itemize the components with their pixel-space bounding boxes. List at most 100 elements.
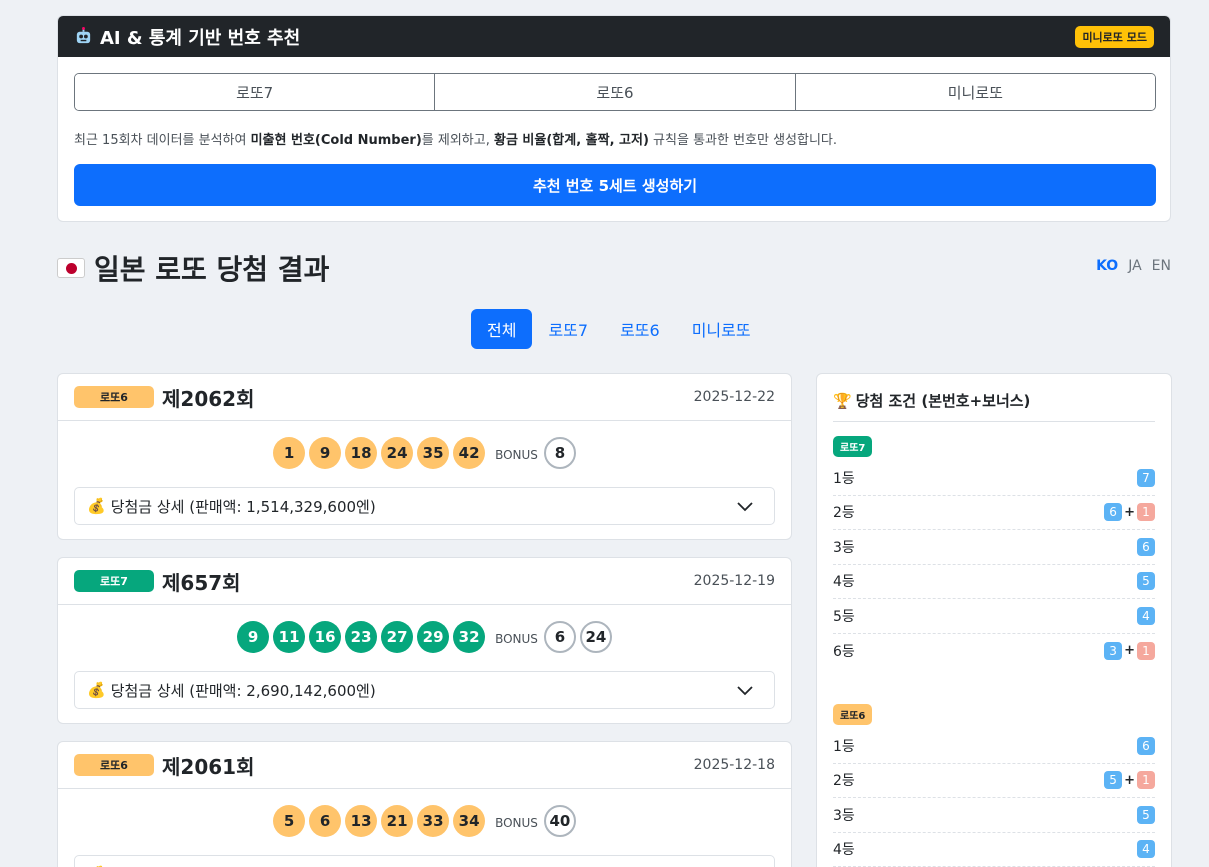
number-ball: 23 <box>345 621 378 653</box>
rank-list: 1등 7 2등 6 +1 3등 6 4등 5 5등 4 6등 3 + 1 <box>833 461 1155 668</box>
ai-description: 최근 15회차 데이터를 분석하여 미출현 번호(Cold Number)를 제… <box>74 129 837 148</box>
prize-details-toggle[interactable]: 💰 당첨금 상세 (판매액: 2,690,142,600엔) <box>74 671 775 709</box>
game-badge: 로또6 <box>74 754 154 776</box>
ai-tab-lotto7[interactable]: 로또7 <box>75 74 435 110</box>
prize-details-text: 당첨금 상세 (판매액: 1,500,000,000엔) <box>111 864 376 867</box>
desc-text: 규칙을 통과한 번호만 생성합니다. <box>648 133 838 148</box>
game-badge: 로또7 <box>74 570 154 592</box>
rank-row: 1등 6 <box>833 729 1155 764</box>
number-ball: 33 <box>417 805 450 837</box>
rank-label: 3등 <box>833 539 855 556</box>
rank-row: 4등 4 <box>833 833 1155 867</box>
robot-icon <box>76 27 91 44</box>
rank-condition: 6 <box>1137 537 1155 556</box>
lang-en[interactable]: EN <box>1152 258 1171 274</box>
number-ball: 9 <box>309 437 342 469</box>
filter-tabs: 전체 로또7 로또6 미니로또 <box>471 309 767 349</box>
main-count-chip: 6 <box>1104 503 1123 522</box>
bonus-ball: 40 <box>543 805 576 837</box>
prize-details-text: 당첨금 상세 (판매액: 1,514,329,600엔) <box>110 497 376 516</box>
rank-row: 4등 5 <box>833 565 1155 599</box>
condition-groups: 로또7 1등 7 2등 6 +1 3등 6 4등 5 5등 4 6등 3 + 1… <box>833 422 1155 867</box>
ai-tab-lotto6[interactable]: 로또6 <box>434 74 795 110</box>
rank-label: 2등 <box>833 773 855 790</box>
number-ball: 5 <box>273 805 306 837</box>
chevron-down-icon <box>737 686 753 696</box>
rank-row: 1등 7 <box>833 461 1155 496</box>
number-balls: 9 11 16 23 27 29 32 BONUS 6 24 <box>58 621 791 653</box>
rank-condition: 5 +1 <box>1104 771 1155 790</box>
bonus-ball: 8 <box>543 437 576 469</box>
lang-ko[interactable]: KO <box>1096 258 1118 274</box>
bonus-count-chip: 1 <box>1137 641 1155 660</box>
condition-game-badge: 로또6 <box>833 704 873 725</box>
main-count-chip: 6 <box>1137 736 1155 755</box>
draw-card: 로또6 제2062회 2025-12-22 1 9 18 24 35 42 BONUS 8… <box>57 373 792 540</box>
sidebar-title: 🏆 당첨 조건 (본번호+보너스) <box>833 390 1155 422</box>
ai-game-tabs: 로또7 로또6 미니로또 <box>74 73 1156 111</box>
money-bag-icon: 💰 <box>87 681 106 699</box>
main-count-chip: 3 <box>1104 641 1123 660</box>
draw-card-header: 로또6 제2062회 2025-12-22 <box>58 374 791 421</box>
page-title-text: 일본 로또 당첨 결과 <box>94 253 330 286</box>
filter-tab-lotto6[interactable]: 로또6 <box>604 309 676 349</box>
lang-ja[interactable]: JA <box>1128 258 1141 274</box>
japan-flag-icon <box>57 258 85 278</box>
condition-group: 로또7 1등 7 2등 6 +1 3등 6 4등 5 5등 4 6등 3 + 1 <box>833 422 1155 668</box>
sidebar-title-text: 당첨 조건 (본번호+보너스) <box>855 392 1031 410</box>
rank-condition: 6 <box>1137 736 1155 755</box>
filter-tab-minilotto[interactable]: 미니로또 <box>676 309 767 349</box>
chevron-down-icon <box>737 502 753 512</box>
rank-row: 2등 6 +1 <box>833 496 1155 530</box>
rank-row: 2등 5 +1 <box>833 764 1155 798</box>
filter-tab-all[interactable]: 전체 <box>471 309 533 349</box>
rank-list: 1등 6 2등 5 +1 3등 5 4등 4 5등 <box>833 729 1155 867</box>
money-bag-icon: 💰 <box>87 497 106 515</box>
page-title: 일본 로또 당첨 결과 <box>57 248 329 288</box>
condition-group: 로또6 1등 6 2등 5 +1 3등 5 4등 4 <box>833 690 1155 867</box>
draw-date: 2025-12-22 <box>693 389 775 405</box>
main-count-chip: 4 <box>1137 840 1155 859</box>
number-ball: 34 <box>453 805 486 837</box>
main-count-chip: 5 <box>1137 805 1155 824</box>
ai-recommend-panel: AI & 통계 기반 번호 추천 미니로또 모드 로또7 로또6 미니로또 최근… <box>57 15 1171 222</box>
main-count-chip: 6 <box>1137 537 1155 556</box>
draw-round: 제657회 <box>162 570 241 595</box>
rank-condition: 5 <box>1137 572 1155 591</box>
draw-round: 제2061회 <box>162 754 255 779</box>
rank-condition: 6 +1 <box>1104 503 1155 522</box>
bonus-label: BONUS <box>495 816 538 830</box>
number-ball: 42 <box>453 437 486 469</box>
generate-button[interactable]: 추천 번호 5세트 생성하기 <box>74 164 1156 206</box>
main-count-chip: 7 <box>1137 468 1155 487</box>
plus-sign: + <box>1124 504 1135 520</box>
prize-details-toggle[interactable]: 💰 당첨금 상세 (판매액: 1,500,000,000엔) <box>74 855 775 867</box>
number-ball: 35 <box>417 437 450 469</box>
ai-tab-minilotto[interactable]: 미니로또 <box>794 74 1155 110</box>
number-ball: 11 <box>273 621 306 653</box>
rank-condition: 5 <box>1137 805 1155 824</box>
bonus-ball: 6 <box>543 621 576 653</box>
main-count-chip: 5 <box>1137 572 1155 591</box>
number-ball: 9 <box>237 621 270 653</box>
rank-row: 3등 6 <box>833 530 1155 565</box>
draw-card-header: 로또6 제2061회 2025-12-18 <box>58 742 791 789</box>
ai-panel-title: AI & 통계 기반 번호 추천 <box>74 24 300 50</box>
number-ball: 27 <box>381 621 414 653</box>
number-ball: 13 <box>345 805 378 837</box>
prize-details-toggle[interactable]: 💰 당첨금 상세 (판매액: 1,514,329,600엔) <box>74 487 775 525</box>
number-ball: 21 <box>381 805 414 837</box>
rank-label: 1등 <box>833 470 855 487</box>
rank-row: 6등 3 +1 <box>833 634 1155 669</box>
number-ball: 16 <box>309 621 342 653</box>
number-ball: 29 <box>417 621 450 653</box>
filter-tab-lotto7[interactable]: 로또7 <box>532 309 604 349</box>
desc-strong: 황금 비율(합계, 홀짝, 고저) <box>493 133 649 148</box>
bonus-ball: 24 <box>579 621 612 653</box>
draw-card-header: 로또7 제657회 2025-12-19 <box>58 558 791 605</box>
ai-panel-header: AI & 통계 기반 번호 추천 미니로또 모드 <box>58 16 1170 57</box>
trophy-icon: 🏆 <box>833 391 852 410</box>
plus-sign: + <box>1124 643 1135 659</box>
rank-row: 5등 4 <box>833 599 1155 634</box>
bonus-count-chip: 1 <box>1137 771 1155 790</box>
